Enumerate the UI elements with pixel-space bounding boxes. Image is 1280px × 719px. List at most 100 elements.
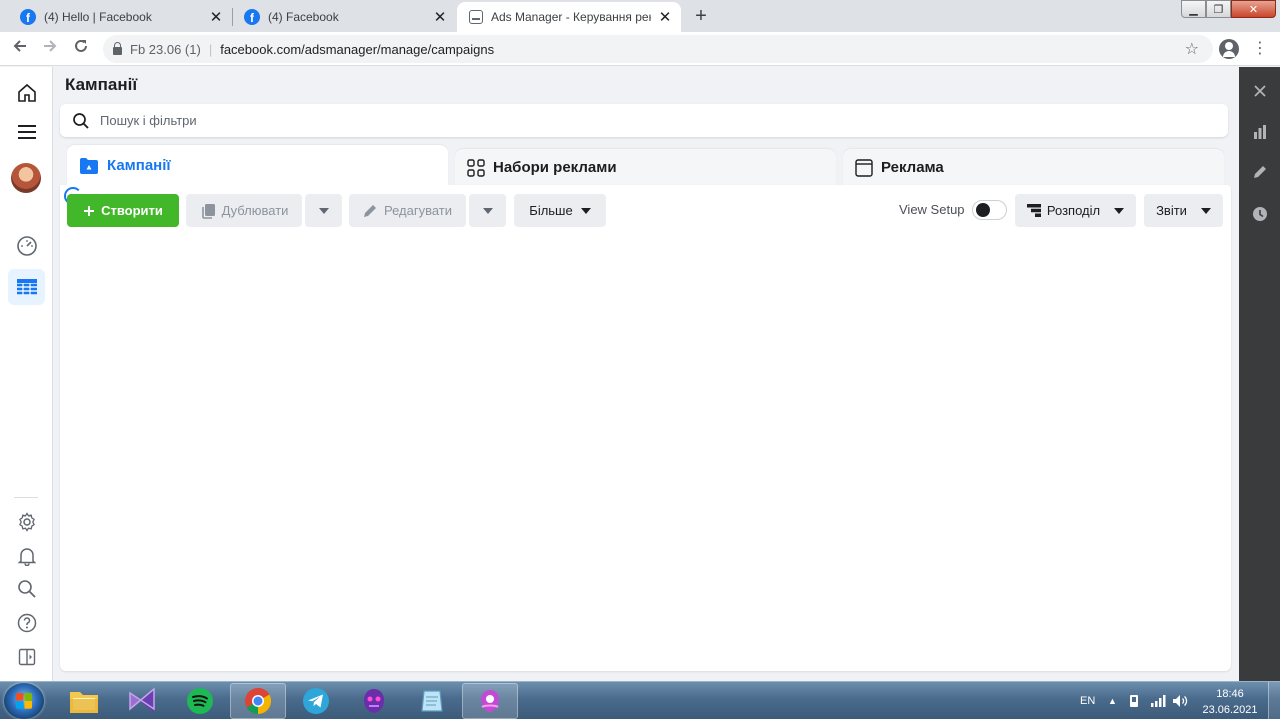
edit-panel-button[interactable] <box>1239 157 1280 187</box>
address-bar[interactable]: Fb 23.06 (1) | facebook.com/adsmanager/m… <box>103 35 1213 63</box>
url-text[interactable]: facebook.com/adsmanager/manage/campaigns <box>220 42 494 57</box>
nav-settings[interactable] <box>8 504 45 540</box>
panel-toggle-icon <box>18 648 35 666</box>
campaigns-table-panel <box>60 185 1231 671</box>
chevron-down-icon <box>482 207 493 214</box>
tab-close-icon[interactable]: ✕ <box>657 8 673 26</box>
taskbar-file-explorer[interactable] <box>56 683 112 719</box>
create-button[interactable]: Створити <box>67 194 179 227</box>
nav-home[interactable] <box>8 75 45 111</box>
facebook-icon: f <box>20 9 36 25</box>
taskbar-clock[interactable]: 18:46 23.06.2021 <box>1196 686 1264 718</box>
file-explorer-icon <box>70 692 98 713</box>
edit-button[interactable]: Редагувати <box>349 194 466 227</box>
ads-manager-icon <box>469 10 483 24</box>
history-panel-button[interactable] <box>1239 199 1280 229</box>
breakdown-button-label: Розподіл <box>1046 203 1101 218</box>
account-avatar[interactable] <box>11 163 41 193</box>
tab-close-icon[interactable]: ✕ <box>208 8 224 26</box>
reports-button-label: Звіти <box>1156 203 1187 218</box>
spotify-icon <box>187 688 213 714</box>
profile-avatar-icon[interactable] <box>1219 39 1239 59</box>
facebook-icon: f <box>244 9 260 25</box>
edit-dropdown-button[interactable] <box>469 194 506 227</box>
plus-icon <box>83 205 95 217</box>
nav-collapse-panel[interactable] <box>8 639 45 675</box>
arrow-right-icon <box>44 40 57 52</box>
telegram-icon <box>303 688 329 714</box>
taskbar-notes-app[interactable] <box>404 683 460 719</box>
tab-label: Кампанії <box>107 157 171 174</box>
taskbar-chrome[interactable] <box>230 683 286 719</box>
page-title: Кампанії <box>65 75 138 94</box>
browser-tab-strip: f (4) Hello | Facebook ✕ f (4) Facebook … <box>0 0 1280 32</box>
nav-help[interactable] <box>8 605 45 641</box>
chevron-down-icon <box>1114 207 1125 214</box>
window-maximize-button[interactable]: ❐ <box>1206 0 1231 18</box>
bookmark-star-icon[interactable]: ☆ <box>1185 39 1199 59</box>
nav-ads-manager[interactable] <box>8 269 45 305</box>
language-indicator[interactable]: EN <box>1080 682 1095 719</box>
chevron-down-icon <box>1200 207 1211 214</box>
close-side-panel-button[interactable] <box>1239 76 1280 106</box>
tab-label: Набори реклами <box>493 159 617 176</box>
taskbar-telegram[interactable] <box>288 683 344 719</box>
duplicate-dropdown-button[interactable] <box>305 194 342 227</box>
taskbar-spotify[interactable] <box>172 683 228 719</box>
tab-title: (4) Hello | Facebook <box>44 10 152 24</box>
show-hidden-icons-button[interactable]: ▲ <box>1108 682 1117 719</box>
visual-studio-icon <box>129 687 155 713</box>
browser-tab-hello-facebook[interactable]: f (4) Hello | Facebook ✕ <box>8 2 232 32</box>
tab-label: Реклама <box>881 159 944 176</box>
purple-app-icon <box>481 690 499 712</box>
taskbar-purple-app[interactable] <box>462 683 518 719</box>
more-button[interactable]: Більше <box>514 194 606 227</box>
edit-button-label: Редагувати <box>383 203 453 218</box>
tab-title: (4) Facebook <box>268 10 339 24</box>
tab-close-icon[interactable]: ✕ <box>432 8 448 26</box>
ad-window-icon <box>855 158 873 177</box>
volume-speaker-icon[interactable] <box>1172 682 1188 719</box>
forward-button[interactable] <box>37 36 63 62</box>
network-signal-icon[interactable] <box>1150 682 1166 719</box>
charts-panel-button[interactable] <box>1239 117 1280 147</box>
nav-search[interactable] <box>8 571 45 607</box>
search-filter-bar[interactable]: Пошук і фільтри <box>60 104 1228 137</box>
site-info-label[interactable]: Fb 23.06 (1) <box>130 42 201 57</box>
gear-icon <box>18 512 35 532</box>
duplicate-copy-icon <box>200 203 216 219</box>
nav-account-overview[interactable] <box>8 228 45 264</box>
show-desktop-button[interactable] <box>1268 682 1280 719</box>
tab-ads[interactable]: Реклама <box>843 149 1224 186</box>
clock-history-icon <box>1252 207 1267 221</box>
back-button[interactable] <box>7 36 33 62</box>
clock-time: 18:46 <box>1216 688 1244 700</box>
taskbar-visual-studio[interactable] <box>114 683 170 719</box>
duplicate-button[interactable]: Дублювати <box>186 194 302 227</box>
table-grid-icon <box>16 279 37 295</box>
window-minimize-button[interactable]: ▁ <box>1181 0 1206 18</box>
browser-tab-facebook[interactable]: f (4) Facebook ✕ <box>232 2 456 32</box>
reload-button[interactable] <box>68 36 94 62</box>
lock-icon <box>113 42 122 55</box>
nav-menu[interactable] <box>8 114 45 150</box>
browser-toolbar: Fb 23.06 (1) | facebook.com/adsmanager/m… <box>0 32 1280 66</box>
browser-tab-ads-manager[interactable]: Ads Manager - Керування рекла ✕ <box>457 2 681 32</box>
pencil-icon <box>363 203 378 218</box>
reports-button[interactable]: Звіти <box>1144 194 1223 227</box>
browser-menu-icon[interactable]: ⋮ <box>1252 38 1268 60</box>
help-question-icon <box>17 613 36 633</box>
reload-icon <box>75 39 87 52</box>
nav-notifications[interactable] <box>8 538 45 574</box>
view-setup-toggle[interactable] <box>972 200 1007 220</box>
hamburger-menu-icon <box>17 125 36 139</box>
window-close-button[interactable]: ✕ <box>1231 0 1276 18</box>
taskbar-game-app[interactable] <box>346 683 402 719</box>
tab-campaigns[interactable]: Кампанії <box>67 145 448 186</box>
new-tab-button[interactable]: + <box>689 5 713 29</box>
arrow-left-icon <box>13 40 26 52</box>
breakdown-button[interactable]: Розподіл <box>1015 194 1136 227</box>
windows-start-button[interactable] <box>4 683 44 719</box>
tray-device-icon[interactable] <box>1128 682 1140 719</box>
tab-ad-sets[interactable]: Набори реклами <box>455 149 836 186</box>
